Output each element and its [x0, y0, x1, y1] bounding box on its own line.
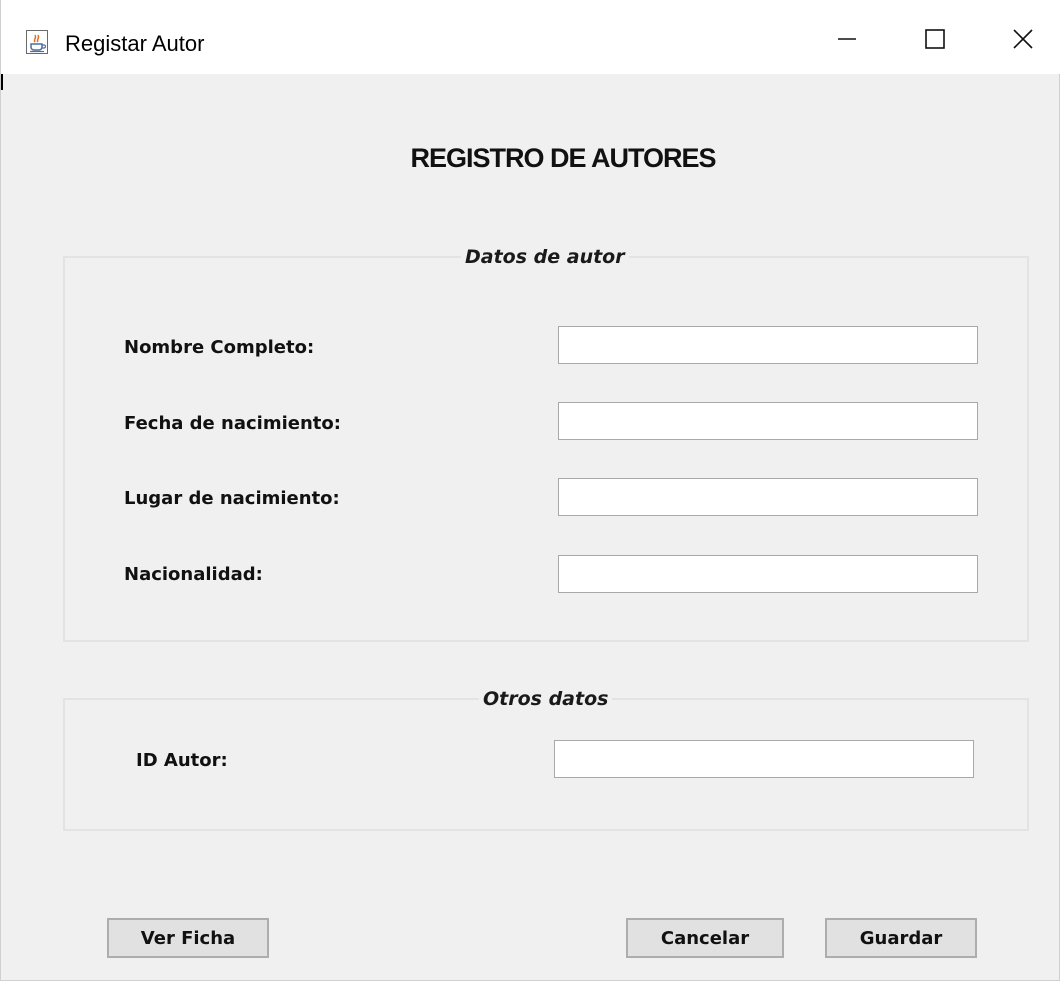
minimize-button[interactable] [817, 16, 877, 66]
birth-place-label: Lugar de nacimiento: [124, 488, 340, 509]
full-name-field[interactable] [558, 326, 978, 364]
title-bar[interactable]: Registar Autor [1, 0, 1060, 74]
author-id-field[interactable] [554, 740, 974, 778]
author-data-legend: Datos de autor [461, 242, 629, 272]
birth-place-field[interactable] [558, 478, 978, 516]
nationality-field[interactable] [558, 555, 978, 593]
other-data-legend: Otros datos [479, 684, 613, 714]
java-cup-icon [26, 30, 48, 54]
nationality-label: Nacionalidad: [124, 564, 263, 585]
author-id-label: ID Autor: [136, 750, 228, 771]
close-button[interactable] [993, 16, 1053, 66]
save-button[interactable]: Guardar [825, 918, 977, 958]
maximize-button[interactable] [905, 16, 965, 66]
maximize-icon [924, 28, 946, 54]
register-author-window: Registar Autor REGISTRO DE AUTORES Datos… [0, 0, 1060, 981]
view-record-button[interactable]: Ver Ficha [107, 918, 269, 958]
birth-date-field[interactable] [558, 402, 978, 440]
window-title: Registar Autor [65, 31, 205, 56]
minimize-icon [836, 28, 858, 54]
close-icon [1012, 28, 1034, 54]
full-name-label: Nombre Completo: [124, 337, 315, 358]
birth-date-label: Fecha de nacimiento: [124, 413, 341, 434]
cancel-button[interactable]: Cancelar [626, 918, 784, 958]
page-title: REGISTRO DE AUTORES [410, 143, 716, 173]
